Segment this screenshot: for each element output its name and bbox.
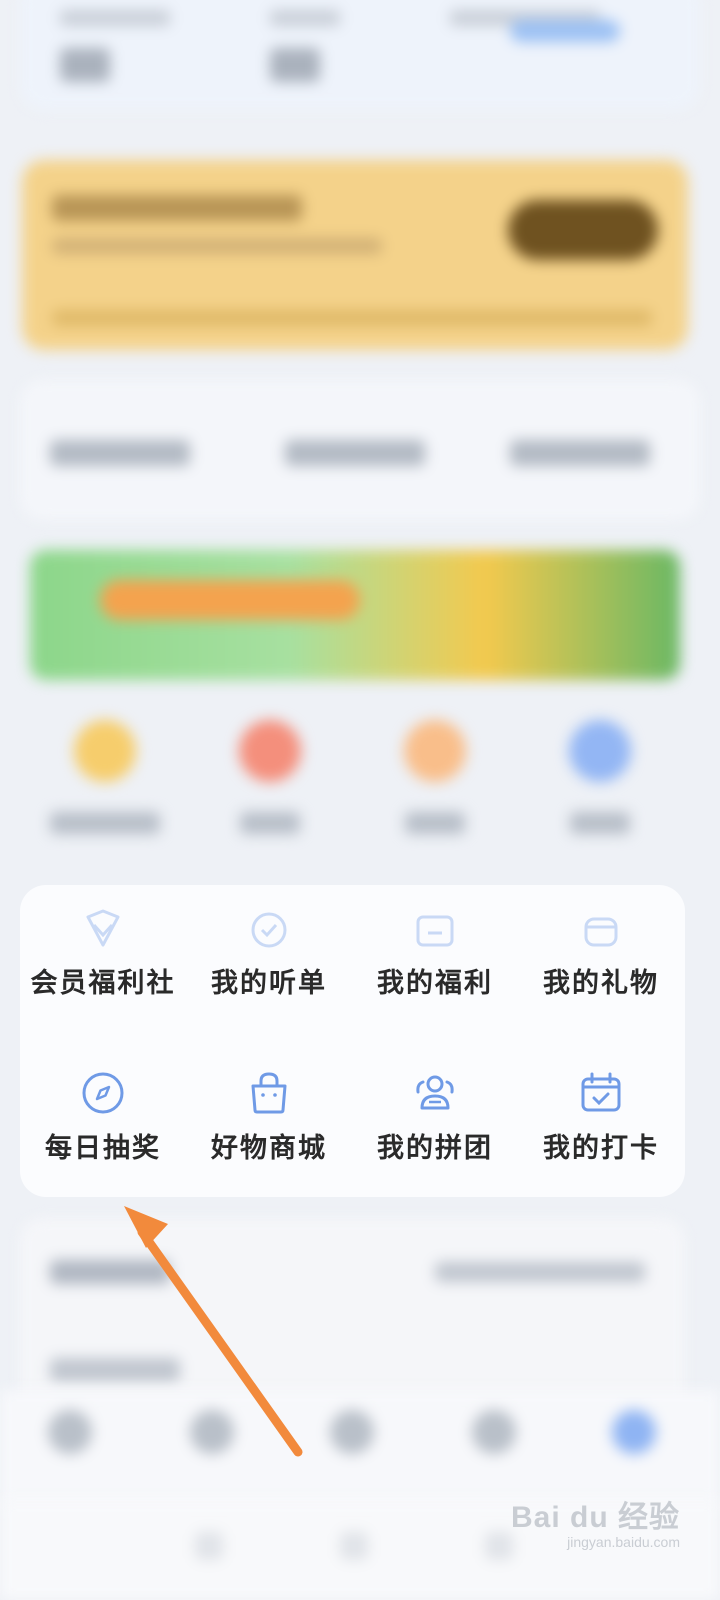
annotation-arrow: [124, 1206, 303, 1457]
watermark-brand: Bai du 经验: [510, 1501, 680, 1534]
watermark: Bai du 经验 jingyan.baidu.com: [511, 1492, 680, 1550]
watermark-url: jingyan.baidu.com: [567, 1534, 680, 1550]
